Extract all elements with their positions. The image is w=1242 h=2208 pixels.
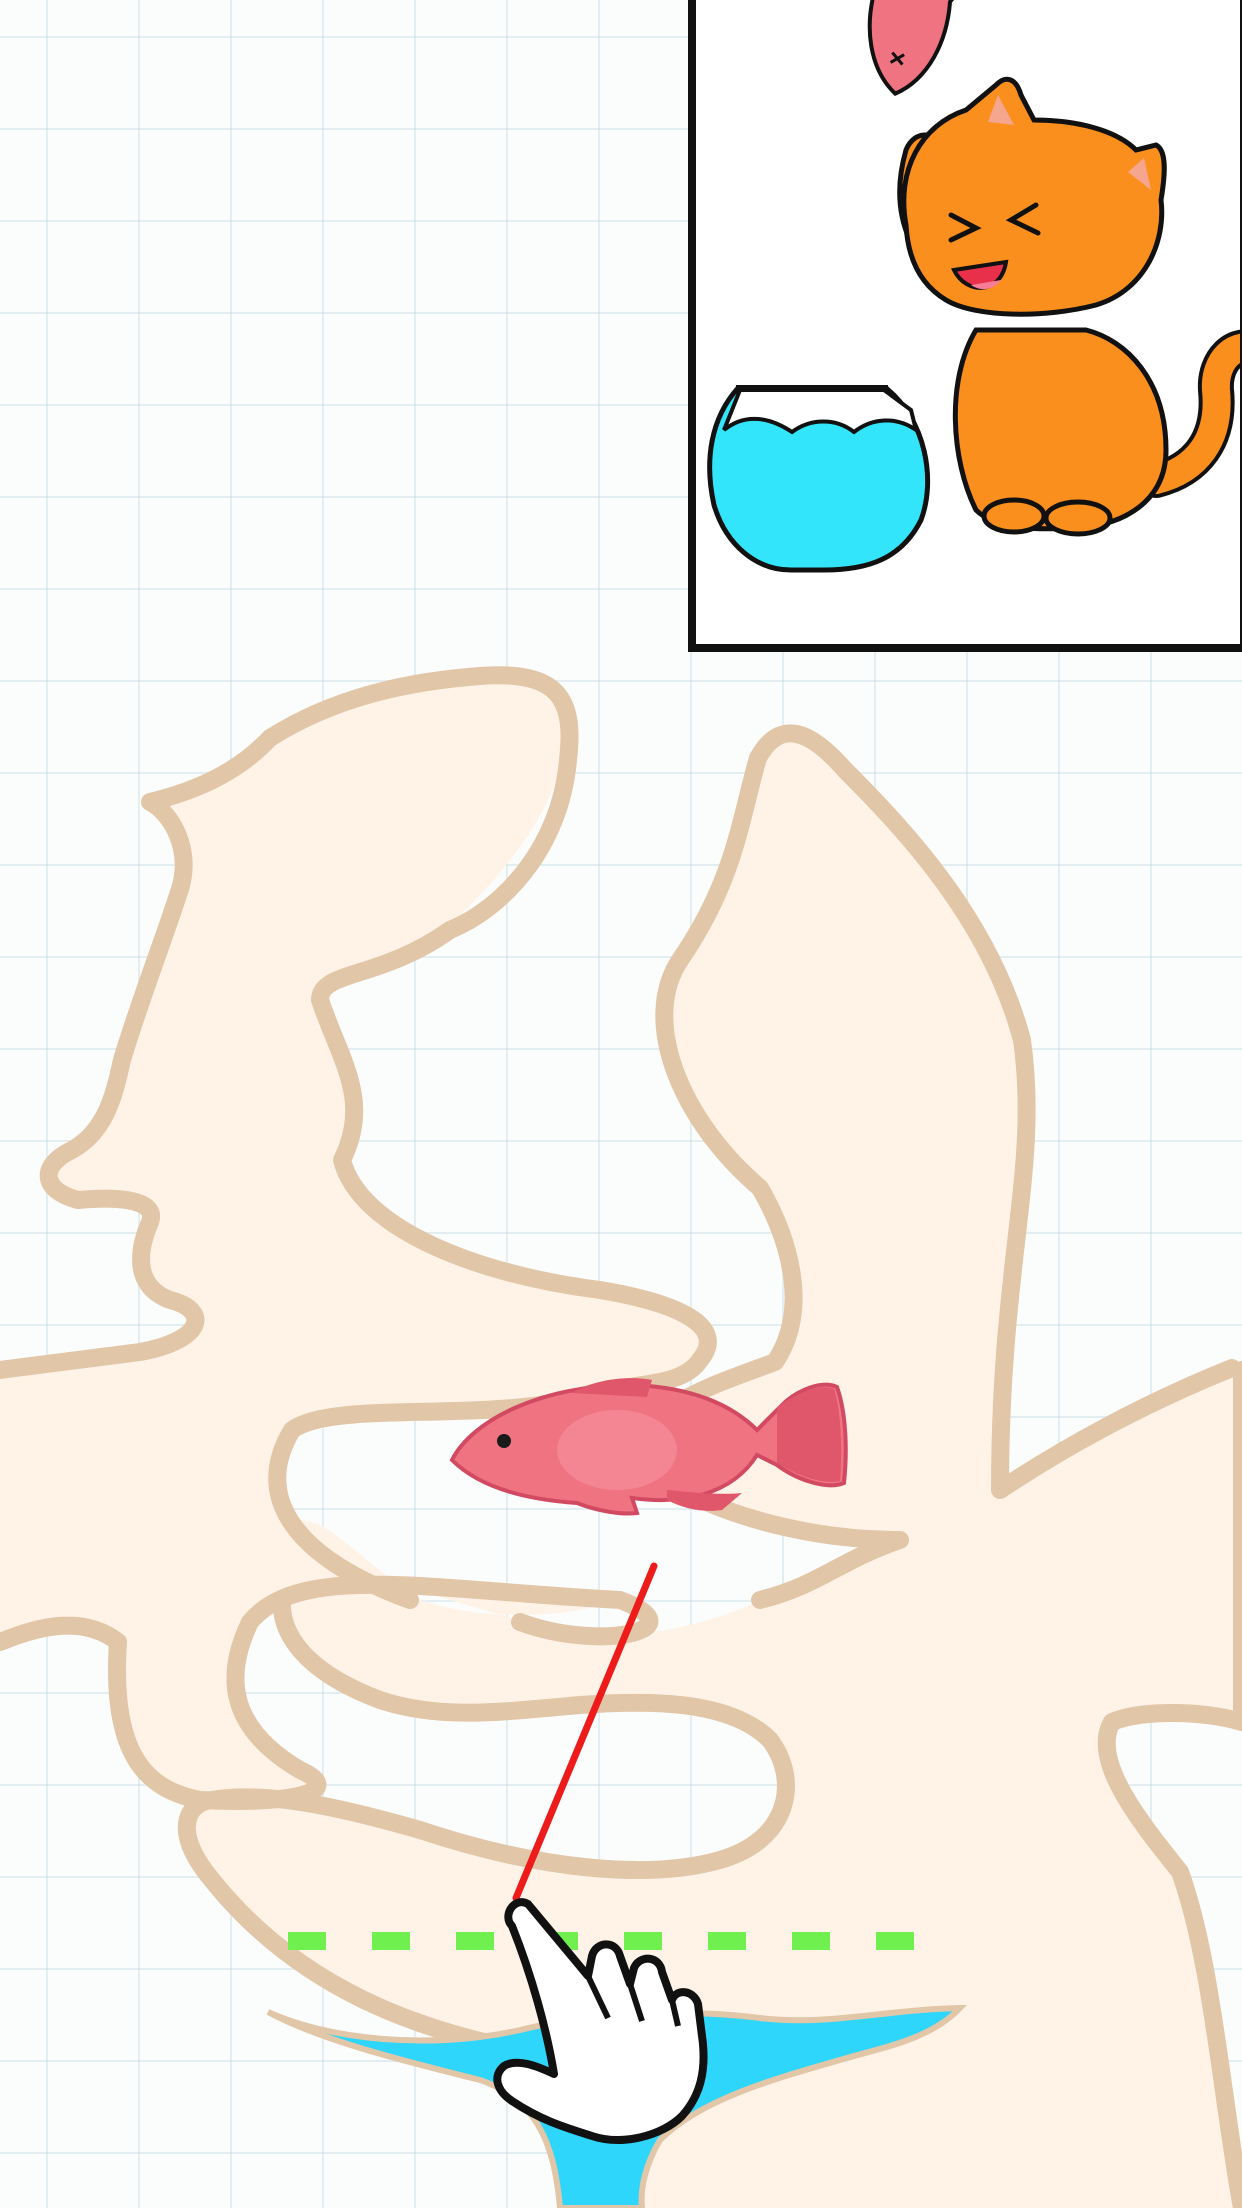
held-fish-icon	[864, 0, 966, 97]
game-board[interactable]	[0, 0, 1242, 2208]
hint-panel	[688, 0, 1242, 652]
fishbowl-icon	[707, 385, 931, 573]
drawn-line[interactable]	[512, 1562, 658, 1902]
cat-icon	[897, 76, 1240, 537]
